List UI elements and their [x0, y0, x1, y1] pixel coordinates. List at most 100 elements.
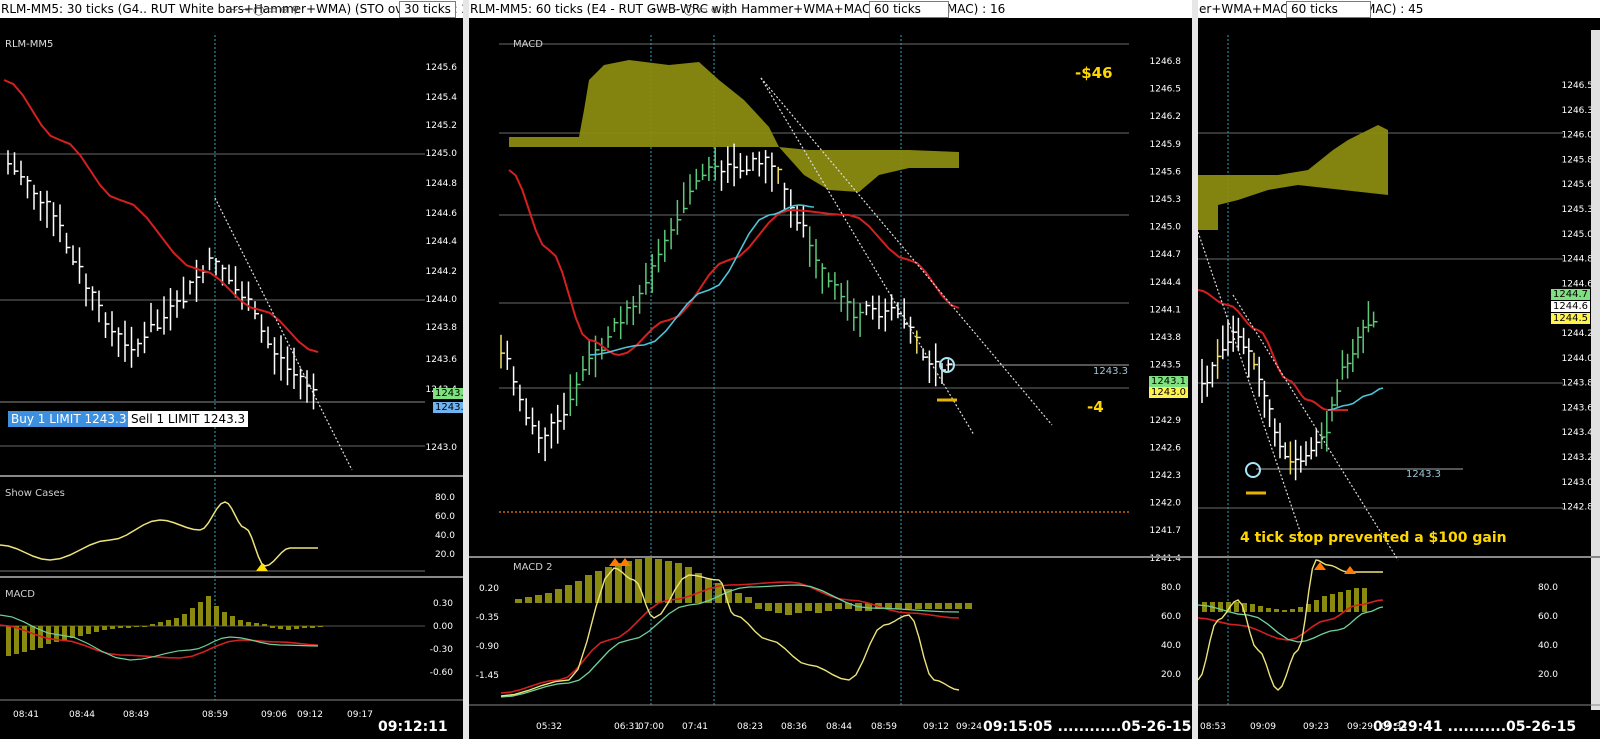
- macd2-histogram-bar: [835, 603, 842, 609]
- toolbar-icons: ~ ~ ◯ ▭ ⊕ ⚲: [230, 5, 299, 16]
- histogram-bar: [1290, 609, 1295, 612]
- macd2-histogram-bar: [535, 595, 542, 603]
- price-axis-label: 1243.8: [426, 323, 458, 333]
- chart-window-1[interactable]: RLM-MM5: 30 ticks (G4.. RUT White bars+H…: [0, 0, 463, 739]
- macd-histogram-bar: [110, 626, 115, 629]
- time-axis-label: 09:09: [1250, 722, 1276, 732]
- price-axis-label: 1241.7: [1150, 526, 1182, 536]
- moving-average-cyan: [588, 204, 815, 356]
- macd2-histogram-bar: [565, 585, 572, 603]
- macd-histogram-bar: [190, 608, 195, 626]
- price-axis-label: 1246.3: [1562, 106, 1594, 116]
- price-axis-label: 1243.8: [1562, 379, 1594, 389]
- histogram-bar: [1322, 596, 1327, 612]
- time-axis-label: 09:12: [297, 710, 323, 720]
- histogram-bar: [1298, 607, 1303, 612]
- price-axis-label: 1246.2: [1150, 112, 1182, 122]
- chart-canvas[interactable]: 1246.5 1246.3 1246.0 1245.8 1245.6 1245.3 1245…: [1198, 0, 1600, 739]
- macd2-histogram-bar: [525, 597, 532, 603]
- chart-window-3[interactable]: er+WMA+MACh over STO+MAC) : 45 60 ticks …: [1198, 0, 1600, 739]
- macd-histogram-bar: [6, 626, 11, 656]
- sell-limit-order[interactable]: Sell 1 LIMIT 1243.3: [128, 411, 249, 427]
- price-axis-label: 1245.0: [1562, 230, 1594, 240]
- macd-histogram-bar: [62, 626, 67, 640]
- price-axis-label: 1245.0: [426, 149, 458, 159]
- macd2-right-axis-label: 60.0: [1161, 612, 1181, 622]
- price-axis-label: 1243.4: [1562, 428, 1594, 438]
- macd2-histogram-bar: [805, 603, 812, 611]
- time-axis-label: 08:36: [781, 722, 807, 732]
- price-axis-label: 1245.6: [426, 63, 458, 73]
- indicator-axis-label: 40.0: [435, 531, 455, 541]
- price-tag-green: 1243.4: [433, 388, 463, 399]
- macd-panel-label: MACD: [513, 39, 543, 50]
- price-tag-green: 1243.1: [1149, 376, 1188, 387]
- macd-histogram-bar: [182, 614, 187, 626]
- macd-histogram-bar: [166, 620, 171, 626]
- macd-histogram-bar: [246, 622, 251, 626]
- macd-histogram-bar: [134, 626, 139, 627]
- level-label: 1243.3: [1093, 366, 1128, 377]
- time-axis-label: 09:12: [923, 722, 949, 732]
- time-axis-label: 09:06: [261, 710, 287, 720]
- histogram-bar: [1202, 602, 1207, 612]
- macd2-histogram-bar: [545, 593, 552, 603]
- macd2-histogram-bar: [695, 573, 702, 603]
- macd2-histogram-bar: [905, 603, 912, 609]
- time-axis-label: 07:41: [682, 722, 708, 732]
- histogram-bar: [1234, 602, 1239, 612]
- signal-marker: [256, 563, 268, 571]
- chart-window-2[interactable]: RLM-MM5: 60 ticks (E4 - RUT GWB-WRC with…: [469, 0, 1192, 739]
- macd-histogram-bar: [310, 626, 315, 628]
- time-axis-label: 05:32: [536, 722, 562, 732]
- buy-limit-order[interactable]: Buy 1 LIMIT 1243.3: [8, 411, 130, 427]
- price-axis-label: 1244.4: [1150, 278, 1182, 288]
- price-axis-label: 1244.2: [426, 267, 458, 277]
- entry-circle: [1245, 462, 1261, 478]
- macd2-histogram-bar: [925, 603, 932, 609]
- time-axis-label: 08:44: [69, 710, 95, 720]
- macd-histogram-bar: [86, 626, 91, 634]
- price-axis-label: 1244.2: [1562, 329, 1594, 339]
- macd2-right-axis-label: 20.0: [1161, 670, 1181, 680]
- chart-clock: 09:29:41 ...........05-26-15: [1373, 719, 1577, 735]
- price-axis-label: 1245.4: [426, 93, 458, 103]
- price-axis-label: 1246.0: [1562, 131, 1594, 141]
- macd2-histogram-bar: [815, 603, 822, 613]
- time-axis-label: 09:24: [956, 722, 982, 732]
- macd2-histogram-bar: [655, 559, 662, 603]
- macd-histogram-bar: [198, 602, 203, 626]
- indicator-axis-label: 80.0: [435, 493, 455, 503]
- macd-histogram-bar: [238, 620, 243, 626]
- time-axis-label: 09:17: [347, 710, 373, 720]
- price-axis-label: 1245.2: [426, 121, 458, 131]
- macd-histogram-bar: [270, 626, 275, 628]
- price-axis-label: 1244.1: [1150, 305, 1182, 315]
- macd-histogram-bar: [318, 626, 323, 627]
- histogram-bar: [1282, 610, 1287, 612]
- indicator-axis-label: 40.0: [1538, 641, 1558, 651]
- time-axis-label: 08:53: [1200, 722, 1226, 732]
- price-axis-label: 1245.3: [1150, 195, 1182, 205]
- macd-histogram-bar: [278, 626, 283, 629]
- chart-canvas[interactable]: ~ ~ ◯ ▭ ⊕ ⚲ 1245.6 1245.4 1245.2 1245.0 1244.…: [0, 0, 463, 739]
- macd-histogram-bar: [14, 626, 19, 654]
- toolbar-icons: ~ ~ ~ ◯ ▭ ⊕ ⚲: [649, 5, 730, 16]
- price-axis-label: 1243.8: [1150, 333, 1182, 343]
- time-axis-label: 08:59: [202, 710, 228, 720]
- indicator-panel-label: Show Cases: [5, 488, 65, 499]
- macd2-left-axis-label: -1.45: [476, 671, 499, 681]
- moving-average-cyan: [1327, 387, 1384, 411]
- vertical-scrollbar: [1591, 30, 1600, 710]
- price-axis-label: 1244.4: [426, 237, 458, 247]
- chart-canvas[interactable]: ~ ~ ~ ◯ ▭ ⊕ ⚲ 1246.8 1246.5 1246.2 1245.9 124…: [469, 0, 1192, 739]
- macd-histogram-bar: [118, 626, 123, 628]
- macd-histogram-bar: [94, 626, 99, 632]
- macd2-histogram-bar: [795, 603, 802, 613]
- price-axis-label: 1243.6: [426, 355, 458, 365]
- price-axis-label: 1244.0: [426, 295, 458, 305]
- price-axis-label: 1243.6: [1562, 403, 1594, 413]
- macd-histogram-bar: [78, 626, 83, 636]
- macd2-histogram-bar: [675, 563, 682, 603]
- histogram-bar: [1266, 608, 1271, 612]
